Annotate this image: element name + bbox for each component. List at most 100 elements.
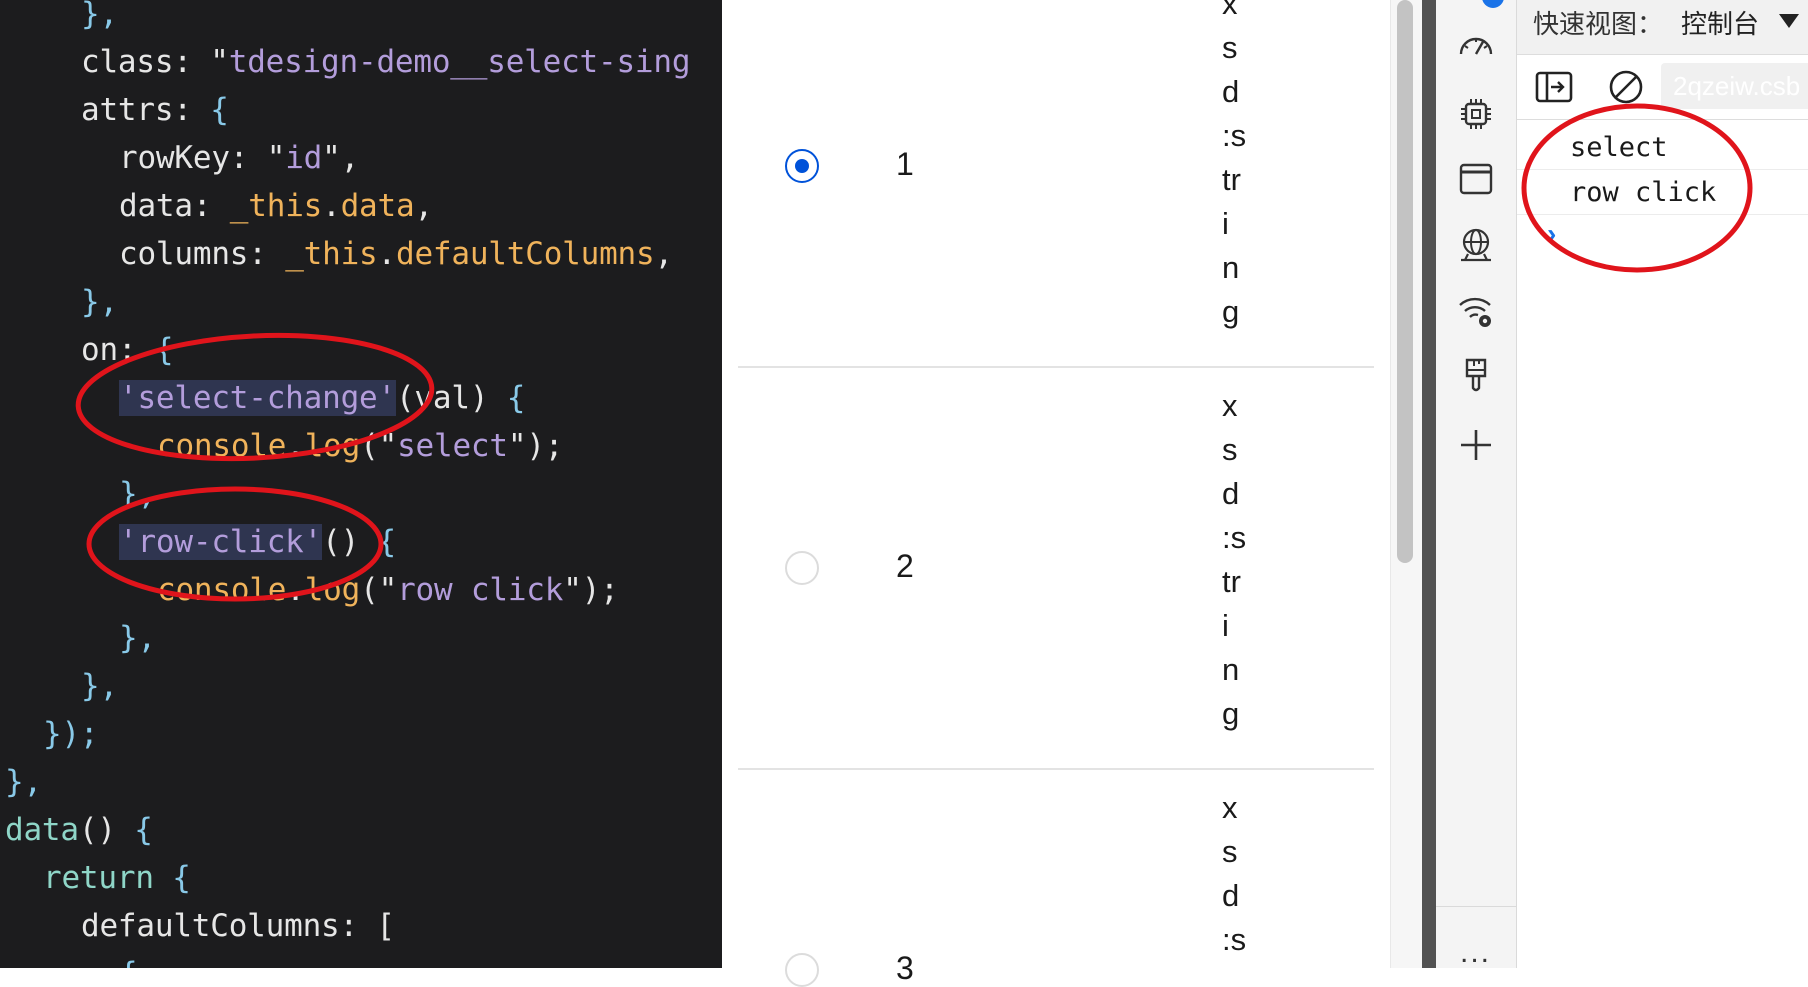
code-line: }, bbox=[119, 614, 156, 662]
code-line: }, bbox=[5, 758, 42, 806]
notification-badge bbox=[1482, 0, 1504, 8]
pane-divider[interactable] bbox=[1422, 0, 1436, 968]
code-token: : bbox=[173, 44, 211, 80]
cell-text-fragment: s bbox=[1222, 432, 1238, 467]
code-line: }); bbox=[43, 710, 99, 758]
quick-view-label: 快速视图： bbox=[1533, 9, 1664, 39]
code-token: columns bbox=[119, 236, 249, 272]
code-token: console bbox=[157, 428, 287, 464]
code-line: 'row-click'() { bbox=[119, 518, 396, 566]
code-editor[interactable]: }, class: "tdesign-demo__select-sing attrs… bbox=[0, 0, 722, 968]
code-token: (" bbox=[360, 428, 398, 464]
code-token: return bbox=[43, 860, 154, 896]
clear-console-icon[interactable] bbox=[1607, 69, 1645, 105]
cell-text-fragment: :s bbox=[1222, 520, 1247, 555]
code-token: : bbox=[248, 236, 286, 272]
code-token: { bbox=[119, 956, 138, 968]
vertical-scrollbar[interactable] bbox=[1390, 0, 1423, 968]
code-token: (val) bbox=[395, 380, 507, 416]
console-panel: 快速视图： 控制台 2qzeiw.csb select row click › bbox=[1517, 0, 1808, 968]
code-token: data bbox=[340, 188, 415, 224]
cpu-icon[interactable] bbox=[1457, 95, 1495, 133]
code-token: log bbox=[304, 428, 361, 464]
code-token: _this bbox=[285, 236, 378, 272]
code-token: : bbox=[229, 140, 267, 176]
code-token: , bbox=[414, 188, 433, 224]
code-line: columns: _this.defaultColumns, bbox=[119, 230, 673, 278]
rail-divider bbox=[1436, 906, 1516, 907]
performance-icon[interactable] bbox=[1457, 28, 1495, 66]
console-log-entry: row click bbox=[1517, 171, 1808, 215]
cell-text-fragment: s bbox=[1222, 30, 1238, 65]
code-line: { bbox=[119, 950, 138, 968]
code-token: 'select-change' bbox=[119, 380, 396, 416]
scrollbar-thumb[interactable] bbox=[1397, 0, 1413, 563]
code-token: }, bbox=[119, 476, 156, 512]
code-token: () bbox=[78, 812, 135, 848]
wrapped-type-cell: x s d:s bbox=[1222, 786, 1262, 962]
code-token: { bbox=[210, 92, 229, 128]
code-token: log bbox=[304, 572, 361, 608]
row-radio[interactable] bbox=[785, 953, 819, 987]
code-token: { bbox=[172, 860, 191, 896]
quick-view-select[interactable]: 控制台 bbox=[1681, 4, 1759, 41]
cell-text-fragment: d bbox=[1222, 878, 1240, 913]
code-token: { bbox=[506, 380, 526, 416]
brush-icon[interactable] bbox=[1457, 356, 1495, 394]
cell-text-fragment: :s bbox=[1222, 922, 1247, 957]
network-icon[interactable] bbox=[1457, 226, 1495, 264]
wrapped-type-cell: x s d:s tr i n g bbox=[1222, 384, 1262, 736]
code-token: defaultColumns bbox=[395, 236, 655, 272]
row-radio[interactable] bbox=[785, 149, 819, 183]
code-line: }, bbox=[81, 662, 118, 710]
cell-text-fragment: g bbox=[1222, 696, 1240, 731]
code-line: class: "tdesign-demo__select-sing bbox=[81, 38, 691, 86]
code-token: " bbox=[266, 140, 286, 176]
console-prompt-chevron-icon[interactable]: › bbox=[1547, 218, 1556, 250]
window-icon[interactable] bbox=[1457, 160, 1495, 198]
code-token: defaultColumns bbox=[81, 908, 340, 944]
code-line: defaultColumns: [ bbox=[81, 902, 395, 950]
cell-text-fragment: d bbox=[1222, 74, 1240, 109]
code-token: on bbox=[81, 332, 118, 368]
code-line: data() { bbox=[5, 806, 153, 854]
code-token: _this bbox=[229, 188, 323, 224]
row-index-cell: 3 bbox=[896, 950, 914, 986]
code-token: " bbox=[210, 44, 229, 80]
chevron-down-icon[interactable] bbox=[1779, 14, 1799, 28]
quick-view-bar: 快速视图： 控制台 bbox=[1517, 0, 1808, 55]
code-token: rowKey bbox=[119, 140, 230, 176]
code-token: tdesign-demo__select-sing bbox=[228, 44, 691, 80]
cell-text-fragment: i bbox=[1222, 608, 1229, 643]
table-preview: 1 x s d:s tr i n g 2 x s d:s tr i n g 3 x s d:s bbox=[722, 0, 1412, 987]
code-token: { bbox=[377, 524, 397, 560]
code-line: }, bbox=[119, 470, 156, 518]
code-line: }, bbox=[81, 278, 118, 326]
cell-text-fragment: tr bbox=[1222, 162, 1241, 197]
cell-text-fragment: g bbox=[1222, 294, 1240, 329]
code-token: "); bbox=[507, 428, 564, 464]
code-token: select bbox=[397, 428, 508, 464]
code-token: , bbox=[654, 236, 673, 272]
code-token: data bbox=[119, 188, 193, 224]
row-radio[interactable] bbox=[785, 551, 819, 585]
add-icon[interactable] bbox=[1457, 426, 1495, 464]
code-token: }, bbox=[81, 0, 118, 32]
more-tools-button[interactable]: ... bbox=[1460, 936, 1491, 970]
code-token: }, bbox=[81, 284, 118, 320]
cell-text-fragment: n bbox=[1222, 652, 1240, 687]
cell-text-fragment: n bbox=[1222, 250, 1240, 285]
code-token: class bbox=[81, 44, 174, 80]
filter-input[interactable]: 2qzeiw.csb bbox=[1661, 63, 1808, 109]
code-token: : [ bbox=[339, 908, 396, 944]
code-line: attrs: { bbox=[81, 86, 229, 134]
code-token: ", bbox=[322, 140, 360, 176]
console-log-entry: select bbox=[1517, 126, 1808, 170]
row-divider bbox=[738, 366, 1374, 368]
toggle-sidebar-icon[interactable] bbox=[1535, 69, 1573, 105]
code-token: { bbox=[134, 812, 153, 848]
code-token: attrs bbox=[81, 92, 174, 128]
code-token: (" bbox=[360, 572, 398, 608]
code-token: }, bbox=[119, 620, 156, 656]
wifi-settings-icon[interactable] bbox=[1457, 292, 1495, 330]
